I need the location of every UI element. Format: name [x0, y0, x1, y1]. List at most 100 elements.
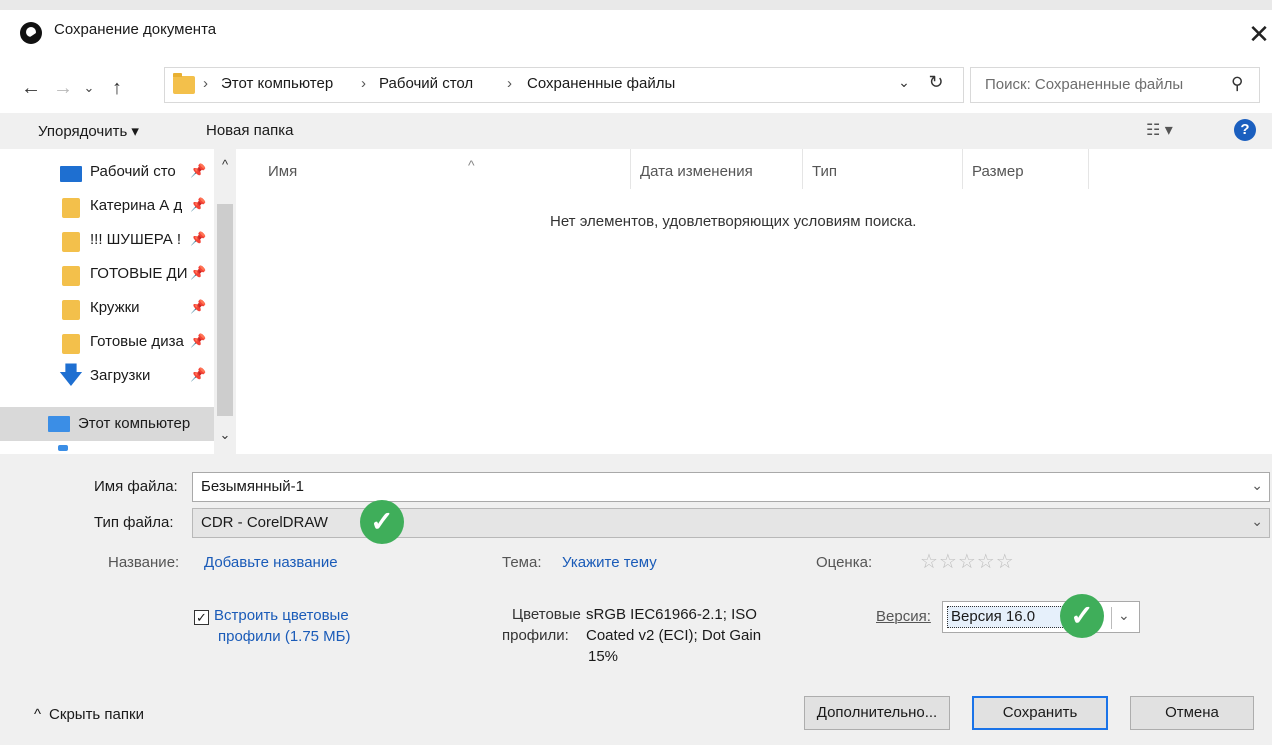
sidebar-item-gotovye-diza[interactable]: Готовые диза 📌	[0, 325, 214, 359]
chevron-up-icon: ^	[34, 706, 42, 723]
breadcrumb-saved-files[interactable]: Сохраненные файлы	[527, 75, 675, 92]
folder-icon	[62, 300, 80, 320]
breadcrumb-separator: ›	[507, 75, 512, 92]
pin-icon[interactable]: 📌	[190, 265, 206, 281]
title-label: Название:	[108, 554, 180, 571]
folder-icon	[62, 232, 80, 252]
coreldraw-app-icon	[20, 22, 42, 44]
empty-list-message: Нет элементов, удовлетворяющих условиям …	[550, 213, 917, 230]
filetype-label: Тип файла:	[94, 514, 174, 531]
green-check-icon: ✓	[1060, 594, 1104, 638]
filetype-select[interactable]: CDR - CorelDRAW ⌄	[192, 508, 1270, 538]
search-placeholder: Поиск: Сохраненные файлы	[985, 76, 1184, 93]
sidebar-item-label: Катерина А д	[90, 197, 183, 214]
organize-menu-button[interactable]: Упорядочить ▾	[38, 122, 139, 140]
up-arrow-icon[interactable]: ↑	[102, 70, 132, 106]
download-arrow-icon: 🡇	[58, 362, 84, 389]
computer-icon	[48, 416, 70, 432]
embed-profiles-size[interactable]: профили (1.75 МБ)	[218, 628, 351, 645]
green-check-icon: ✓	[360, 500, 404, 544]
hide-folders-label: Скрыть папки	[49, 706, 144, 723]
pin-icon[interactable]: 📌	[190, 197, 206, 213]
version-value: Версия 16.0	[947, 606, 1077, 628]
refresh-icon[interactable]: ↻	[923, 72, 949, 93]
save-options-panel: Имя файла: Безымянный-1 ⌄ Тип файла: CDR…	[0, 454, 1272, 745]
sidebar-item-katerina[interactable]: Катерина А д 📌	[0, 189, 214, 223]
chevron-down-icon[interactable]: ⌄	[1251, 513, 1263, 530]
sidebar-item-kruzhki[interactable]: Кружки 📌	[0, 291, 214, 325]
version-label: Версия:	[876, 608, 931, 625]
help-icon[interactable]: ?	[1234, 119, 1256, 141]
color-profiles-value-3: 15%	[588, 648, 619, 665]
desktop-icon	[60, 166, 82, 182]
sidebar-item-label: Рабочий сто	[90, 163, 176, 180]
chevron-down-icon[interactable]: ⌄	[1251, 477, 1263, 494]
address-dropdown-chevron-icon[interactable]: ⌄	[893, 74, 915, 91]
forward-arrow-icon[interactable]: →	[48, 70, 78, 106]
pin-icon[interactable]: 📌	[190, 367, 206, 383]
breadcrumb-desktop[interactable]: Рабочий стол	[379, 75, 473, 92]
scroll-down-arrow-icon[interactable]: ⌄	[214, 427, 236, 443]
sidebar-item-label: Готовые диза	[90, 333, 184, 350]
column-header-size[interactable]: Размер	[972, 163, 1024, 180]
filetype-value: CDR - CorelDRAW	[201, 514, 328, 531]
embed-profiles-label[interactable]: Встроить цветовые	[214, 607, 349, 624]
sidebar-item-shushera[interactable]: !!! ШУШЕРА ! 📌	[0, 223, 214, 257]
pin-icon[interactable]: 📌	[190, 299, 206, 315]
sidebar-item-desktop[interactable]: Рабочий сто 📌	[0, 155, 214, 189]
file-list[interactable]: Имя ^ Дата изменения Тип Размер Нет элем…	[236, 149, 1272, 454]
sidebar-item-gotovye-di[interactable]: ГОТОВЫЕ ДИ 📌	[0, 257, 214, 291]
column-header-date[interactable]: Дата изменения	[640, 163, 753, 180]
navigation-pane: Рабочий сто 📌 Катерина А д 📌 !!! ШУШЕРА …	[0, 149, 236, 454]
address-bar[interactable]: › Этот компьютер › Рабочий стол › Сохран…	[164, 67, 964, 103]
pin-icon[interactable]: 📌	[190, 333, 206, 349]
column-header-type[interactable]: Тип	[812, 163, 837, 180]
top-shadow	[0, 0, 1272, 10]
column-divider[interactable]	[802, 149, 803, 189]
sidebar-item-downloads[interactable]: 🡇 Загрузки 📌	[0, 359, 214, 393]
search-field[interactable]: Поиск: Сохраненные файлы ⚲	[970, 67, 1260, 103]
new-folder-button[interactable]: Новая папка	[206, 122, 293, 139]
hide-folders-button[interactable]: ^ Скрыть папки	[34, 706, 144, 723]
column-label: Имя	[268, 163, 298, 180]
sidebar-item-label: Кружки	[90, 299, 140, 316]
add-title-link[interactable]: Добавьте название	[204, 554, 338, 571]
column-divider[interactable]	[962, 149, 963, 189]
back-arrow-icon[interactable]: ←	[16, 70, 46, 106]
folder-icon	[173, 73, 195, 94]
sidebar-item-label: !!! ШУШЕРА !	[90, 231, 182, 248]
folder-icon	[62, 334, 80, 354]
subject-label: Тема:	[502, 554, 542, 571]
chevron-down-icon[interactable]: ⌄	[1111, 607, 1130, 629]
column-divider[interactable]	[630, 149, 631, 189]
add-subject-link[interactable]: Укажите тему	[562, 554, 657, 571]
column-divider[interactable]	[1088, 149, 1089, 189]
filename-value: Безымянный-1	[201, 478, 305, 495]
rating-label: Оценка:	[816, 554, 873, 571]
cancel-button[interactable]: Отмена	[1130, 696, 1254, 730]
pin-icon[interactable]: 📌	[190, 163, 206, 179]
search-icon[interactable]: ⚲	[1231, 74, 1243, 94]
sidebar-item-label: Загрузки	[90, 367, 151, 384]
view-options-icon[interactable]: ☷ ▾	[1146, 120, 1173, 140]
scroll-thumb[interactable]	[217, 204, 233, 416]
filename-label: Имя файла:	[94, 478, 178, 495]
embed-profiles-checkbox[interactable]: ✓	[194, 610, 209, 625]
rating-stars[interactable]: ☆☆☆☆☆	[920, 549, 1015, 574]
advanced-button[interactable]: Дополнительно...	[804, 696, 950, 730]
sidebar-item-next[interactable]	[0, 443, 214, 454]
scroll-up-arrow-icon[interactable]: ^	[214, 157, 236, 172]
breadcrumb-this-pc[interactable]: Этот компьютер	[221, 75, 333, 92]
sort-ascending-icon: ^	[468, 157, 475, 173]
pin-icon[interactable]: 📌	[190, 231, 206, 247]
recent-locations-chevron-icon[interactable]: ⌄	[80, 70, 98, 106]
navigation-scrollbar[interactable]: ^ ⌄	[214, 149, 236, 454]
color-profiles-label-1: Цветовые	[512, 606, 581, 623]
version-select[interactable]: Версия 16.0 ⌄	[942, 601, 1140, 633]
column-header-name[interactable]: Имя ^	[268, 157, 475, 180]
sidebar-item-this-pc[interactable]: Этот компьютер	[0, 407, 214, 441]
close-icon[interactable]: ✕	[1246, 14, 1272, 54]
save-button[interactable]: Сохранить	[972, 696, 1108, 730]
breadcrumb-separator: ›	[203, 75, 208, 92]
filename-field[interactable]: Безымянный-1 ⌄	[192, 472, 1270, 502]
